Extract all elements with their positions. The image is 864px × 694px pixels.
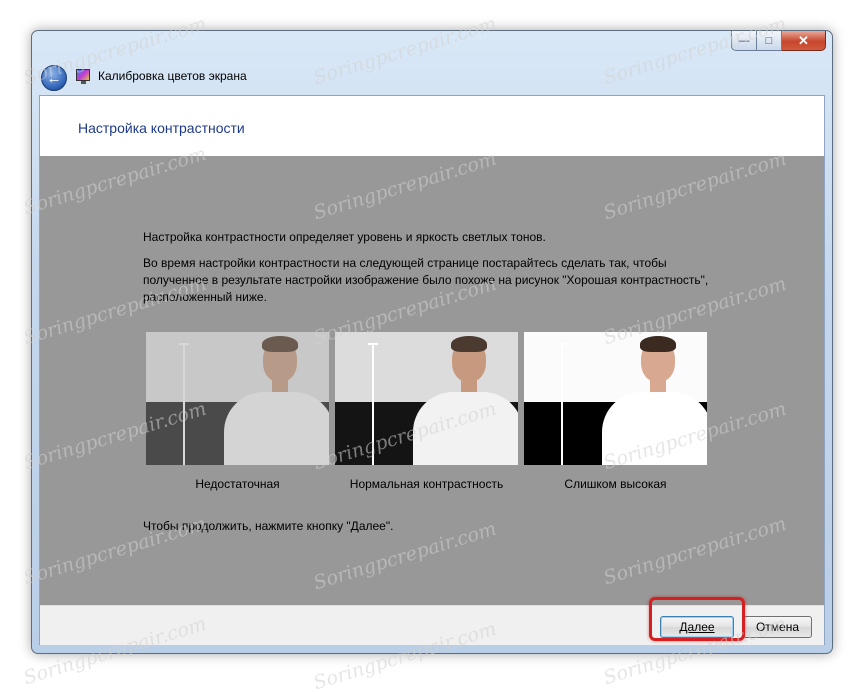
close-button[interactable]: ✕ <box>782 31 826 51</box>
wizard-content: Настройка контрастности Настройка контра… <box>39 95 825 645</box>
minimize-button[interactable]: — <box>731 31 757 51</box>
intro-paragraph-1: Настройка контрастности определяет урове… <box>143 230 546 244</box>
photo-shirt <box>602 392 707 465</box>
sample-label-high: Слишком высокая <box>564 477 667 491</box>
sample-photo-high <box>524 332 707 465</box>
sample-photo-normal <box>335 332 518 465</box>
page-title: Настройка контрастности <box>78 120 245 136</box>
photo-wall <box>146 332 329 402</box>
sample-low-contrast: Недостаточная <box>146 332 329 491</box>
photo-shirt <box>224 392 329 465</box>
photo-hair <box>262 336 298 352</box>
photo-hair <box>640 336 676 352</box>
sample-photo-low <box>146 332 329 465</box>
window-title: Калибровка цветов экрана <box>98 69 247 83</box>
calibration-window: — □ ✕ ← Калибровка цветов экрана Настрой… <box>31 30 833 654</box>
next-button-highlight <box>649 597 745 641</box>
photo-pole <box>183 344 185 465</box>
maximize-button[interactable]: □ <box>757 31 782 51</box>
intro-text: Настройка контрастности определяет урове… <box>143 229 733 315</box>
intro-paragraph-2: Во время настройки контрастности на след… <box>143 256 709 304</box>
sample-normal-contrast: Нормальная контрастность <box>335 332 518 491</box>
calibration-panel: Настройка контрастности определяет урове… <box>40 156 824 605</box>
contrast-samples: Недостаточная Нормальная контрастность С… <box>146 332 707 491</box>
photo-wall <box>524 332 707 402</box>
display-calibration-icon <box>76 69 90 84</box>
sample-label-normal: Нормальная контрастность <box>349 477 504 491</box>
photo-pole <box>561 344 563 465</box>
photo-shirt <box>413 392 518 465</box>
photo-pole <box>372 344 374 465</box>
caption-buttons: — □ ✕ <box>731 31 826 51</box>
header-area: Настройка контрастности <box>40 96 824 156</box>
back-button[interactable]: ← <box>41 65 67 91</box>
cancel-button[interactable]: Отмена <box>743 616 812 638</box>
sample-label-low: Недостаточная <box>195 477 280 491</box>
continue-note: Чтобы продолжить, нажмите кнопку "Далее"… <box>143 519 394 533</box>
photo-wall <box>335 332 518 402</box>
back-arrow-icon: ← <box>46 69 62 87</box>
sample-high-contrast: Слишком высокая <box>524 332 707 491</box>
photo-hair <box>451 336 487 352</box>
